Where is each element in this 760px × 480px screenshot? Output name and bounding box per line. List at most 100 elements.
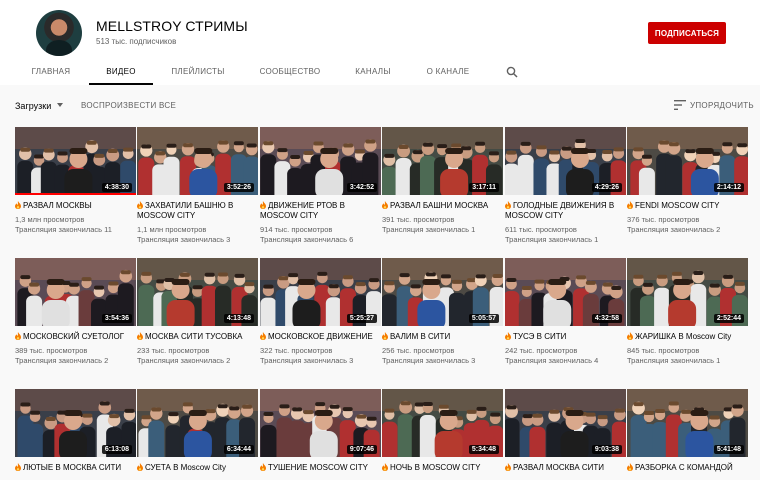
video-thumbnail[interactable]: 2:52:44 xyxy=(627,258,748,326)
video-card[interactable]: 3:42:52 ДВИЖЕНИЕ РТОВ В MOSCOW CITY 914 ты… xyxy=(260,127,381,245)
video-thumbnail[interactable]: 3:17:11 xyxy=(382,127,503,195)
video-card[interactable]: 5:25:27 МОСКОВСКОЕ ДВИЖЕНИЕ 322 тыс. просм… xyxy=(260,258,381,366)
fire-icon xyxy=(260,463,266,471)
tab-playlists[interactable]: ПЛЕЙЛИСТЫ xyxy=(170,58,226,85)
channel-title: MELLSTROY СТРИМЫ xyxy=(96,18,248,34)
video-title[interactable]: ВАЛИМ В СИТИ xyxy=(382,332,503,342)
video-card[interactable]: 9:07:46 ТУШЕНИЕ MOSCOW CITY xyxy=(260,389,381,473)
video-duration: 5:05:57 xyxy=(468,314,499,323)
video-card[interactable]: 5:05:57 ВАЛИМ В СИТИ 256 тыс. просмотров Тр… xyxy=(382,258,503,366)
video-views: 1,1 млн просмотров xyxy=(137,225,207,234)
video-thumbnail[interactable]: 5:25:27 xyxy=(260,258,381,326)
video-card[interactable]: 4:13:48 МОСКВА СИТИ ТУСОВКА 233 тыс. просм… xyxy=(137,258,258,366)
video-title[interactable]: РАЗВАЛ МОСКВЫ xyxy=(15,201,136,211)
video-title[interactable]: ЖАРИШКА В Moscow City xyxy=(627,332,748,342)
fire-icon xyxy=(382,463,388,471)
video-views: 1,3 млн просмотров xyxy=(15,215,85,224)
video-thumbnail[interactable]: 4:32:58 xyxy=(505,258,626,326)
video-title[interactable]: ТУСЭ В СИТИ xyxy=(505,332,626,342)
fire-icon xyxy=(137,463,143,471)
video-thumbnail[interactable]: 4:13:48 xyxy=(137,258,258,326)
video-card[interactable]: 3:17:11 РАЗВАЛ БАШНИ МОСКВА 391 тыс. просм… xyxy=(382,127,503,235)
video-duration: 6:13:08 xyxy=(101,445,132,454)
video-card[interactable]: 5:41:48 РАЗБОРКА С КОМАНДОЙ xyxy=(627,389,748,473)
video-title-text: РАЗВАЛ МОСКВА СИТИ xyxy=(513,463,605,472)
video-card[interactable]: 2:52:44 ЖАРИШКА В Moscow City 845 тыс. про… xyxy=(627,258,748,366)
video-title[interactable]: ЗАХВАТИЛИ БАШНЮ В MOSCOW CITY xyxy=(137,201,258,221)
tab-videos[interactable]: ВИДЕО xyxy=(89,58,153,85)
video-card[interactable]: 4:32:58 ТУСЭ В СИТИ 242 тыс. просмотров Тра… xyxy=(505,258,626,366)
video-title[interactable]: НОЧЬ В MOSCOW CITY xyxy=(382,463,503,473)
video-views: 389 тыс. просмотров xyxy=(15,346,88,355)
video-views: 256 тыс. просмотров xyxy=(382,346,455,355)
video-title[interactable]: ГОЛОДНЫЕ ДВИЖЕНИЯ В MOSCOW CITY xyxy=(505,201,626,221)
watch-progress-bar xyxy=(15,193,136,195)
video-title[interactable]: МОСКОВСКОЕ ДВИЖЕНИЕ xyxy=(260,332,381,342)
video-thumbnail[interactable]: 9:03:38 xyxy=(505,389,626,457)
video-title[interactable]: FENDI MOSCOW CITY xyxy=(627,201,748,211)
channel-avatar[interactable] xyxy=(36,10,82,56)
video-title[interactable]: СУЕТА В Moscow City xyxy=(137,463,258,473)
video-thumbnail[interactable]: 6:13:08 xyxy=(15,389,136,457)
video-title[interactable]: РАЗВАЛ МОСКВА СИТИ xyxy=(505,463,626,473)
video-thumbnail[interactable]: 5:41:48 xyxy=(627,389,748,457)
video-title[interactable]: МОСКВА СИТИ ТУСОВКА xyxy=(137,332,258,342)
video-thumbnail[interactable]: 9:07:46 xyxy=(260,389,381,457)
video-stream-ended: Трансляция закончилась 1 xyxy=(505,235,599,244)
search-icon[interactable] xyxy=(506,66,518,78)
tab-about[interactable]: О КАНАЛЕ xyxy=(425,58,471,85)
video-views: 242 тыс. просмотров xyxy=(505,346,578,355)
video-card[interactable]: 6:34:44 СУЕТА В Moscow City xyxy=(137,389,258,473)
uploads-dropdown[interactable]: Загрузки xyxy=(15,101,51,111)
video-title-text: ТУШЕНИЕ MOSCOW CITY xyxy=(268,463,368,472)
video-card[interactable]: 3:54:36 МОСКОВСКИЙ СУЕТОЛОГ 389 тыс. просм… xyxy=(15,258,136,366)
sort-icon[interactable] xyxy=(674,100,686,110)
video-duration: 9:03:38 xyxy=(591,445,622,454)
video-title[interactable]: ДВИЖЕНИЕ РТОВ В MOSCOW CITY xyxy=(260,201,381,221)
video-thumbnail[interactable]: 2:14:12 xyxy=(627,127,748,195)
video-stream-ended: Трансляция закончилась 11 xyxy=(15,225,112,234)
video-thumbnail[interactable]: 3:52:26 xyxy=(137,127,258,195)
video-stream-ended: Трансляция закончилась 4 xyxy=(505,356,599,365)
video-title[interactable]: РАЗБОРКА С КОМАНДОЙ xyxy=(627,463,748,473)
video-title-text: СУЕТА В Moscow City xyxy=(145,463,227,472)
video-thumbnail[interactable]: 6:34:44 xyxy=(137,389,258,457)
video-thumbnail[interactable]: 5:05:57 xyxy=(382,258,503,326)
video-card[interactable]: 4:38:30 РАЗВАЛ МОСКВЫ 1,3 млн просмотров Тр… xyxy=(15,127,136,235)
fire-icon xyxy=(15,201,21,209)
video-thumbnail[interactable]: 3:42:52 xyxy=(260,127,381,195)
video-title-text: МОСКВА СИТИ ТУСОВКА xyxy=(145,332,243,341)
video-thumbnail[interactable]: 4:29:26 xyxy=(505,127,626,195)
video-views: 845 тыс. просмотров xyxy=(627,346,700,355)
caret-down-icon[interactable] xyxy=(57,103,63,107)
video-title-text: ЛЮТЫЕ В МОСКВА СИТИ xyxy=(23,463,122,472)
tab-community[interactable]: СООБЩЕСТВО xyxy=(259,58,321,85)
fire-icon xyxy=(505,463,511,471)
video-card[interactable]: 4:29:26 ГОЛОДНЫЕ ДВИЖЕНИЯ В MOSCOW CITY 61… xyxy=(505,127,626,245)
video-title[interactable]: ЛЮТЫЕ В МОСКВА СИТИ xyxy=(15,463,136,473)
video-card[interactable]: 2:14:12 FENDI MOSCOW CITY 376 тыс. просмот… xyxy=(627,127,748,235)
play-all-button[interactable]: ВОСПРОИЗВЕСТИ ВСЕ xyxy=(81,101,176,110)
sort-button[interactable]: УПОРЯДОЧИТЬ xyxy=(690,101,754,110)
video-duration: 3:17:11 xyxy=(469,183,499,192)
video-title[interactable]: МОСКОВСКИЙ СУЕТОЛОГ xyxy=(15,332,136,342)
video-card[interactable]: 5:34:48 НОЧЬ В MOSCOW CITY xyxy=(382,389,503,473)
fire-icon xyxy=(505,201,511,209)
video-card[interactable]: 3:52:26 ЗАХВАТИЛИ БАШНЮ В MOSCOW CITY 1,1 … xyxy=(137,127,258,245)
video-title-text: РАЗБОРКА С КОМАНДОЙ xyxy=(635,463,733,472)
video-thumbnail[interactable]: 3:54:36 xyxy=(15,258,136,326)
fire-icon xyxy=(15,463,21,471)
video-card[interactable]: 6:13:08 ЛЮТЫЕ В МОСКВА СИТИ xyxy=(15,389,136,473)
tab-home[interactable]: ГЛАВНАЯ xyxy=(31,58,71,85)
video-stream-ended: Трансляция закончилась 2 xyxy=(627,225,721,234)
video-title[interactable]: ТУШЕНИЕ MOSCOW CITY xyxy=(260,463,381,473)
video-stream-ended: Трансляция закончилась 1 xyxy=(382,225,476,234)
video-thumbnail[interactable]: 5:34:48 xyxy=(382,389,503,457)
video-card[interactable]: 9:03:38 РАЗВАЛ МОСКВА СИТИ xyxy=(505,389,626,473)
tab-channels[interactable]: КАНАЛЫ xyxy=(352,58,394,85)
video-title-text: ТУСЭ В СИТИ xyxy=(513,332,567,341)
subscribe-button[interactable]: ПОДПИСАТЬСЯ xyxy=(648,22,726,44)
video-duration: 5:41:48 xyxy=(713,445,744,454)
video-title[interactable]: РАЗВАЛ БАШНИ МОСКВА xyxy=(382,201,503,211)
video-thumbnail[interactable]: 4:38:30 xyxy=(15,127,136,195)
